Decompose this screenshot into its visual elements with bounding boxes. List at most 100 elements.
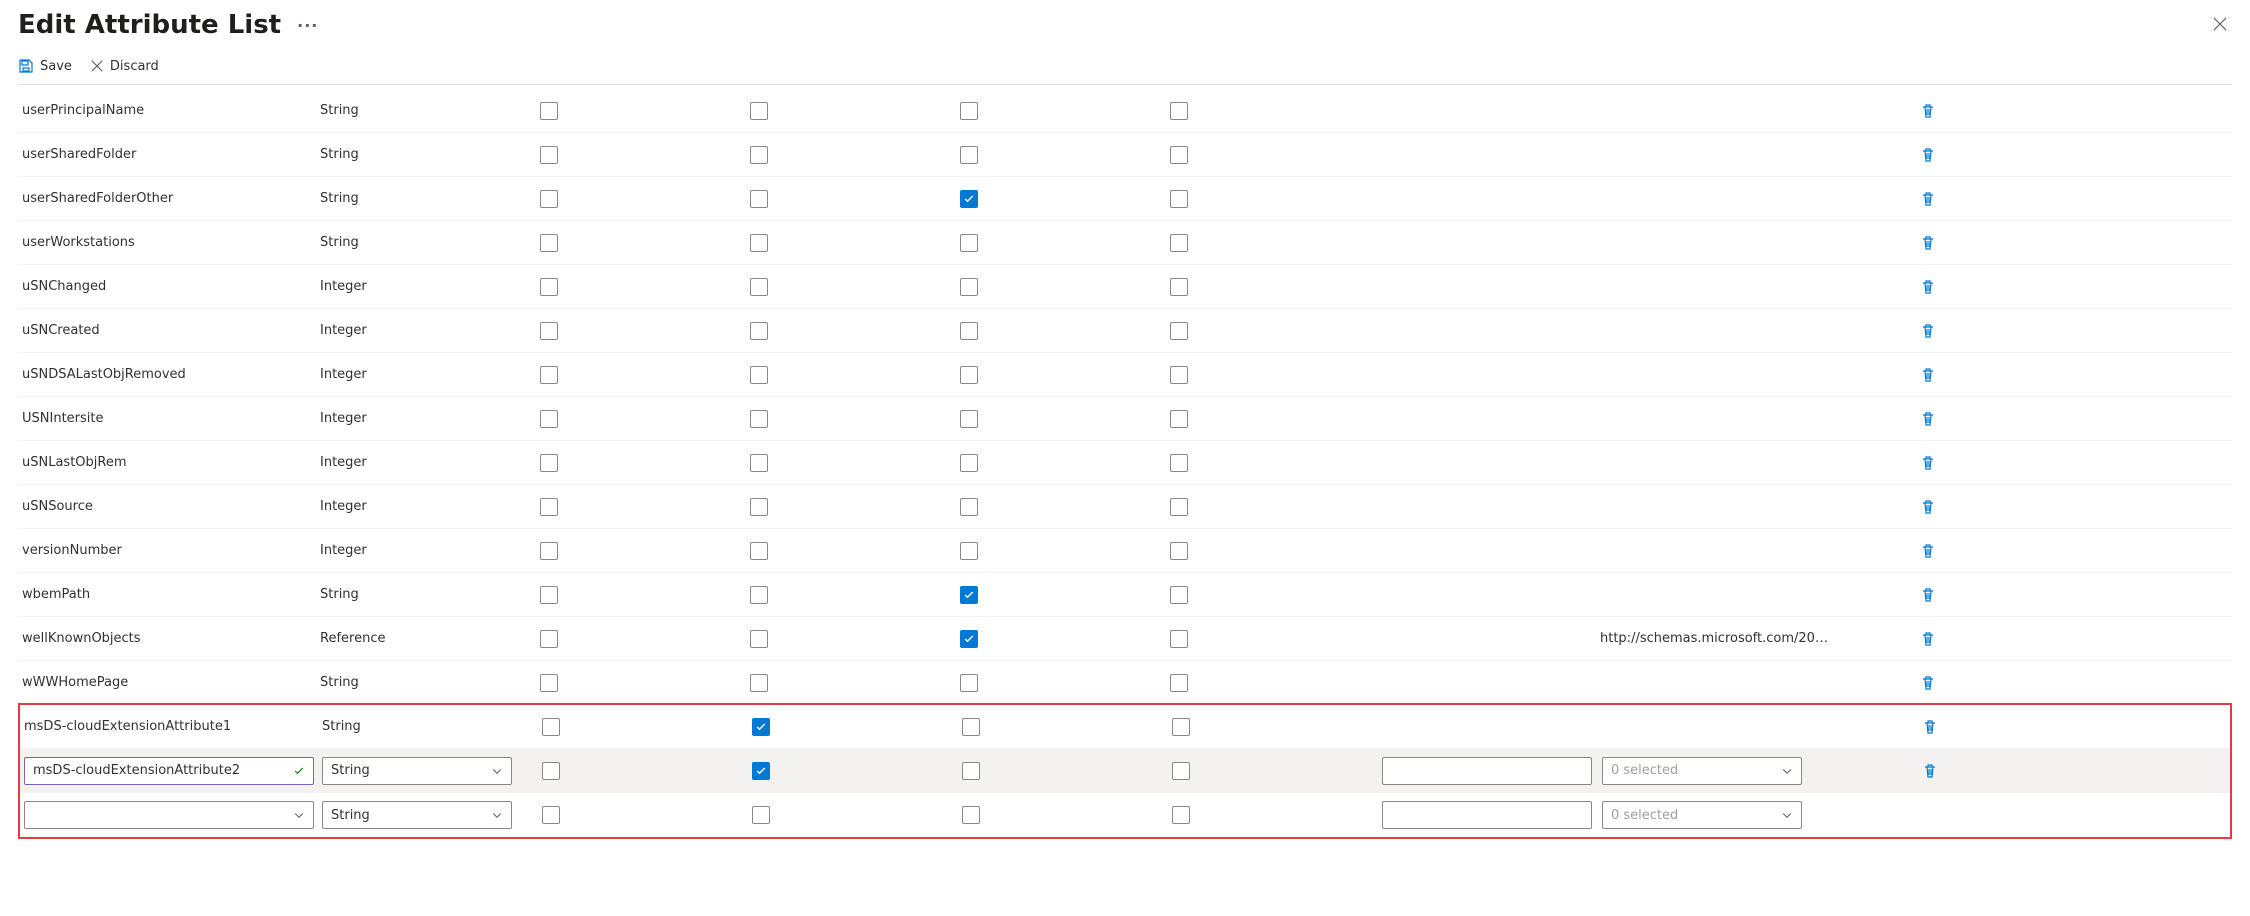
extra-input[interactable] [1382, 757, 1592, 785]
checkbox-col2[interactable] [750, 234, 768, 252]
attribute-name: userWorkstations [20, 235, 320, 250]
delete-row-button[interactable] [1920, 323, 1936, 339]
checkbox-col3[interactable] [962, 806, 980, 824]
checkbox-col4[interactable] [1172, 806, 1190, 824]
checkbox-col4[interactable] [1172, 718, 1190, 736]
checkbox-col4[interactable] [1170, 190, 1188, 208]
attribute-name-combobox[interactable]: msDS-cloudExtensionAttribute2 [24, 757, 314, 785]
checkbox-col4[interactable] [1172, 762, 1190, 780]
chevron-down-icon [1781, 765, 1793, 777]
checkbox-col2[interactable] [750, 366, 768, 384]
extra-input[interactable] [1382, 801, 1592, 829]
delete-row-button[interactable] [1920, 235, 1936, 251]
checkbox-col1[interactable] [540, 190, 558, 208]
checkbox-col4[interactable] [1170, 586, 1188, 604]
checkbox-col4[interactable] [1170, 498, 1188, 516]
attribute-type-combobox[interactable]: String [322, 757, 512, 785]
checkbox-col3[interactable] [960, 278, 978, 296]
close-button[interactable] [2208, 11, 2232, 39]
checkbox-col3[interactable] [960, 234, 978, 252]
checkbox-col3[interactable] [960, 146, 978, 164]
checkbox-col3[interactable] [962, 762, 980, 780]
checkbox-col4[interactable] [1170, 630, 1188, 648]
checkbox-col1[interactable] [540, 498, 558, 516]
checkbox-col4[interactable] [1170, 542, 1188, 560]
delete-row-button[interactable] [1920, 191, 1936, 207]
checkbox-col3[interactable] [960, 542, 978, 560]
checkbox-col1[interactable] [540, 102, 558, 120]
checkbox-col2[interactable] [750, 278, 768, 296]
checkbox-col4[interactable] [1170, 234, 1188, 252]
checkbox-col3[interactable] [960, 190, 978, 208]
checkbox-col3[interactable] [960, 454, 978, 472]
checkbox-col1[interactable] [542, 806, 560, 824]
delete-row-button[interactable] [1920, 411, 1936, 427]
checkbox-col4[interactable] [1170, 146, 1188, 164]
discard-button[interactable]: Discard [90, 59, 159, 74]
checkbox-col1[interactable] [540, 454, 558, 472]
checkbox-col4[interactable] [1170, 410, 1188, 428]
checkbox-col2[interactable] [752, 762, 770, 780]
checkbox-col2[interactable] [750, 586, 768, 604]
checkbox-col1[interactable] [540, 674, 558, 692]
checkbox-col1[interactable] [540, 630, 558, 648]
checkbox-col2[interactable] [750, 190, 768, 208]
delete-row-button[interactable] [1920, 455, 1936, 471]
checkbox-col1[interactable] [540, 542, 558, 560]
checkbox-col3[interactable] [960, 630, 978, 648]
checkbox-col2[interactable] [750, 630, 768, 648]
checkbox-col1[interactable] [540, 366, 558, 384]
delete-row-button[interactable] [1920, 279, 1936, 295]
delete-row-button[interactable] [1920, 543, 1936, 559]
checkbox-col4[interactable] [1170, 102, 1188, 120]
delete-row-button[interactable] [1920, 587, 1936, 603]
checkbox-col2[interactable] [750, 498, 768, 516]
attribute-name-combobox[interactable] [24, 801, 314, 829]
checkbox-col2[interactable] [750, 454, 768, 472]
checkbox-col2[interactable] [750, 322, 768, 340]
delete-row-button[interactable] [1920, 367, 1936, 383]
reference-combobox[interactable]: 0 selected [1602, 801, 1802, 829]
checkbox-col2[interactable] [750, 146, 768, 164]
checkbox-col2[interactable] [752, 718, 770, 736]
checkbox-col1[interactable] [540, 234, 558, 252]
attribute-type: Integer [320, 455, 540, 470]
attribute-type-combobox[interactable]: String [322, 801, 512, 829]
delete-row-button[interactable] [1920, 499, 1936, 515]
checkbox-col1[interactable] [542, 718, 560, 736]
attribute-type: Integer [320, 411, 540, 426]
checkbox-col2[interactable] [752, 806, 770, 824]
checkbox-col3[interactable] [960, 322, 978, 340]
checkbox-col1[interactable] [540, 586, 558, 604]
checkbox-col3[interactable] [960, 366, 978, 384]
delete-row-button[interactable] [1922, 763, 1938, 779]
checkbox-col2[interactable] [750, 542, 768, 560]
checkbox-col1[interactable] [540, 278, 558, 296]
checkbox-col4[interactable] [1170, 674, 1188, 692]
checkbox-col2[interactable] [750, 674, 768, 692]
checkbox-col1[interactable] [540, 146, 558, 164]
checkbox-col3[interactable] [960, 102, 978, 120]
delete-row-button[interactable] [1920, 147, 1936, 163]
checkbox-col4[interactable] [1170, 366, 1188, 384]
checkbox-col1[interactable] [540, 410, 558, 428]
checkbox-col3[interactable] [962, 718, 980, 736]
checkbox-col3[interactable] [960, 586, 978, 604]
checkbox-col4[interactable] [1170, 322, 1188, 340]
checkbox-col4[interactable] [1170, 454, 1188, 472]
delete-row-button[interactable] [1920, 675, 1936, 691]
delete-row-button[interactable] [1920, 103, 1936, 119]
checkbox-col2[interactable] [750, 102, 768, 120]
delete-row-button[interactable] [1920, 631, 1936, 647]
checkbox-col3[interactable] [960, 674, 978, 692]
checkbox-col3[interactable] [960, 498, 978, 516]
checkbox-col2[interactable] [750, 410, 768, 428]
checkbox-col4[interactable] [1170, 278, 1188, 296]
reference-combobox[interactable]: 0 selected [1602, 757, 1802, 785]
more-actions-button[interactable]: ··· [293, 16, 322, 35]
checkbox-col3[interactable] [960, 410, 978, 428]
save-button[interactable]: Save [18, 58, 72, 74]
checkbox-col1[interactable] [542, 762, 560, 780]
delete-row-button[interactable] [1922, 719, 1938, 735]
checkbox-col1[interactable] [540, 322, 558, 340]
